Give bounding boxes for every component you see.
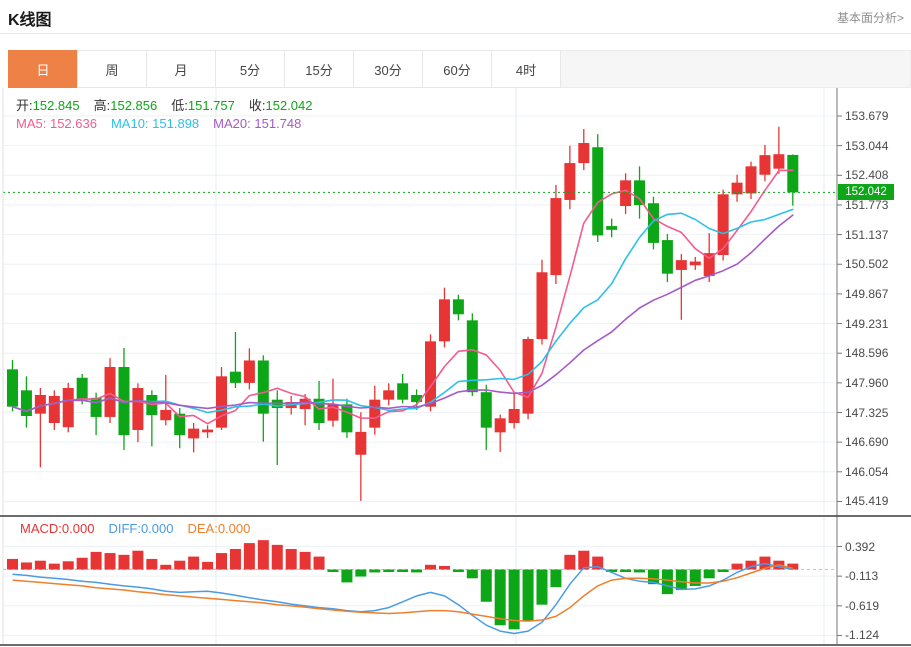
y-axis-label: 149.867 — [845, 286, 889, 301]
y-axis-label: 153.044 — [845, 138, 889, 153]
ohlc-legend: 开:152.845 高:152.856 低:151.757 收:152.042 — [16, 95, 327, 114]
ma20-value: MA20: 151.748 — [213, 116, 302, 131]
y-axis-label: -1.124 — [845, 628, 880, 643]
ohlc-open: 开:152.845 — [16, 98, 80, 113]
chart-area[interactable]: 开:152.845 高:152.856 低:151.757 收:152.042 … — [0, 0, 911, 647]
y-axis-label: 147.325 — [845, 405, 889, 420]
ma10-value: MA10: 151.898 — [110, 116, 200, 131]
macd-value: MACD:0.000 — [20, 521, 95, 536]
diff-value: DIFF:0.000 — [108, 521, 174, 536]
y-axis-label: 146.054 — [845, 464, 889, 479]
ohlc-low: 低:151.757 — [171, 98, 235, 113]
y-axis: 153.679 153.044 152.408 151.773 151.137 150.5… — [845, 0, 911, 647]
ohlc-high: 高:152.856 — [93, 98, 158, 113]
y-axis-label: -0.619 — [845, 598, 880, 613]
ma-legend: MA5: 152.636 MA10: 151.898 MA20: 151.748 — [16, 116, 315, 131]
y-axis-label: 150.502 — [845, 257, 889, 272]
current-price-value: 152.042 — [845, 186, 887, 199]
y-axis-label: 145.419 — [845, 494, 889, 509]
dea-value: DEA:0.000 — [187, 521, 251, 536]
y-axis-label: -0.113 — [845, 569, 879, 584]
macd-legend: MACD:0.000 DIFF:0.000 DEA:0.000 — [20, 521, 264, 536]
y-axis-label: 153.679 — [845, 109, 889, 123]
ohlc-close: 收:152.042 — [248, 98, 313, 113]
y-axis-label: 147.960 — [845, 375, 889, 390]
y-axis-label: 152.408 — [845, 168, 889, 183]
ma5-value: MA5: 152.636 — [16, 116, 97, 131]
y-axis-label: 146.690 — [845, 435, 889, 450]
y-axis-label: 148.596 — [845, 346, 889, 361]
current-price-tag: 152.042 — [838, 184, 894, 201]
y-axis-label: 151.137 — [845, 227, 889, 242]
y-axis-label: 149.231 — [845, 316, 889, 331]
kline-widget: K线图 基本面分析> 日周月 5分 15分 30分 60分 4时 开:152.845 高:… — [0, 0, 911, 647]
y-axis-label: 0.392 — [845, 539, 876, 554]
